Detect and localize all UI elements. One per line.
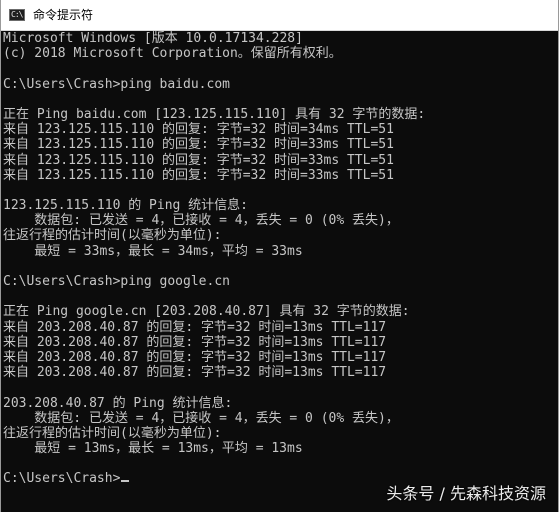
console-line: 来自 123.125.115.110 的回复: 字节=32 时间=33ms TT… — [3, 167, 394, 183]
console-line: 来自 203.208.40.87 的回复: 字节=32 时间=13ms TTL=… — [3, 349, 387, 365]
console-line: 数据包: 已发送 = 4，已接收 = 4，丢失 = 0 (0% 丢失)， — [3, 410, 399, 426]
console-line: 往返行程的估计时间(以毫秒为单位): — [3, 228, 222, 244]
console-line: C:\Users\Crash>ping baidu.com — [3, 76, 230, 92]
console-line: 来自 123.125.115.110 的回复: 字节=32 时间=34ms TT… — [3, 122, 394, 138]
console-line: 来自 203.208.40.87 的回复: 字节=32 时间=13ms TTL=… — [3, 334, 387, 350]
console-icon-glyph: C:\ — [11, 10, 23, 19]
console-line: 来自 123.125.115.110 的回复: 字节=32 时间=33ms TT… — [3, 137, 394, 153]
watermark-text: 头条号 / 先森科技资源 — [386, 484, 546, 503]
console-line: (c) 2018 Microsoft Corporation。保留所有权利。 — [3, 46, 342, 62]
console-app-icon[interactable]: C:\ — [9, 9, 25, 21]
text-cursor — [121, 480, 130, 483]
console-line: 来自 203.208.40.87 的回复: 字节=32 时间=13ms TTL=… — [3, 319, 387, 335]
console-line: 来自 123.125.115.110 的回复: 字节=32 时间=33ms TT… — [3, 152, 394, 168]
console-line: 正在 Ping baidu.com [123.125.115.110] 具有 3… — [3, 106, 426, 122]
console-line: 往返行程的估计时间(以毫秒为单位): — [3, 425, 222, 441]
console-line: 正在 Ping google.cn [203.208.40.87] 具有 32 … — [3, 304, 410, 320]
console-output[interactable]: Microsoft Windows [版本 10.0.17134.228] (c)… — [1, 31, 558, 512]
console-line: Microsoft Windows [版本 10.0.17134.228] — [3, 31, 303, 46]
console-line: 203.208.40.87 的 Ping 统计信息: — [3, 395, 233, 411]
console-line: 来自 203.208.40.87 的回复: 字节=32 时间=13ms TTL=… — [3, 365, 387, 381]
console-line: 最短 = 33ms，最长 = 34ms，平均 = 33ms — [3, 243, 303, 259]
console-line: 数据包: 已发送 = 4，已接收 = 4，丢失 = 0 (0% 丢失)， — [3, 213, 399, 229]
title-bar[interactable]: C:\ 命令提示符 — [1, 0, 558, 31]
console-line: 最短 = 13ms，最长 = 13ms，平均 = 13ms — [3, 441, 303, 457]
console-line: 123.125.115.110 的 Ping 统计信息: — [3, 198, 249, 214]
command-prompt-window: C:\ 命令提示符 Microsoft Windows [版本 10.0.171… — [0, 0, 559, 512]
window-title: 命令提示符 — [33, 8, 94, 22]
console-line: C:\Users\Crash>ping google.cn — [3, 274, 230, 289]
